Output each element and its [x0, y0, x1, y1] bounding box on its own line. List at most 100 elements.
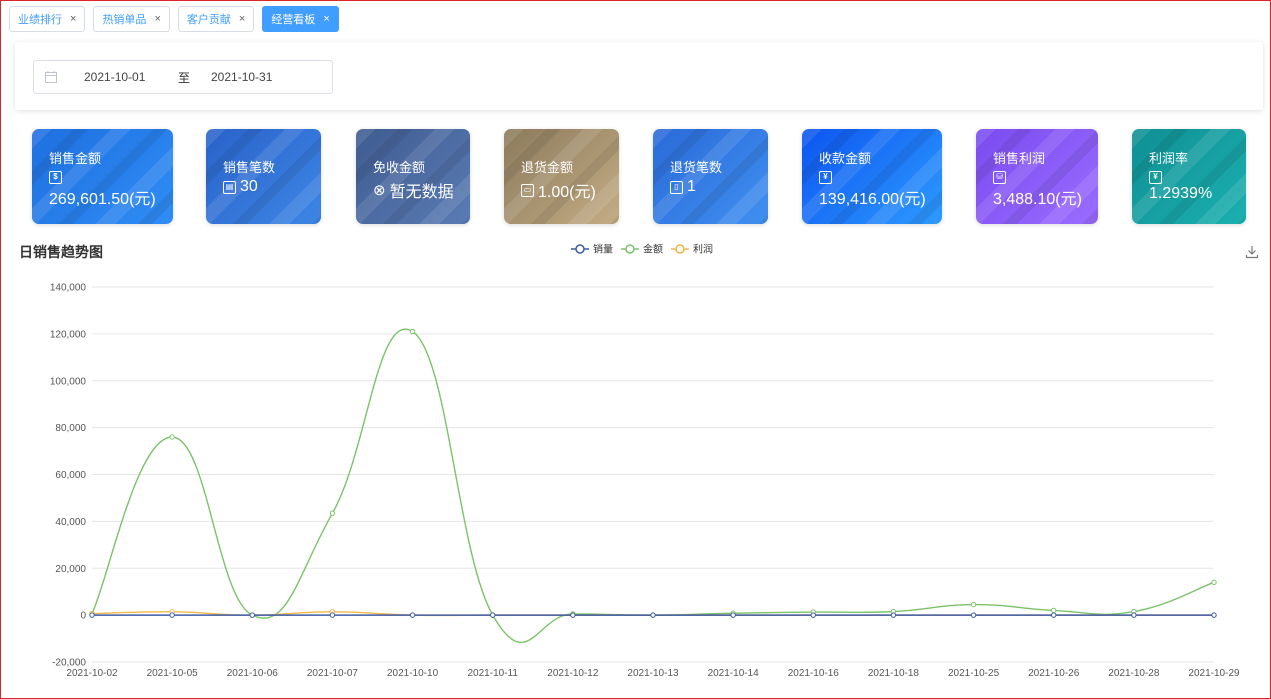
data-point [490, 612, 496, 618]
y-tick-label: 120,000 [50, 329, 87, 340]
cash-icon: ¥ [819, 171, 832, 184]
x-tick-label: 2021-10-05 [147, 668, 199, 679]
dollar-icon: $ [49, 171, 62, 184]
tab-customer-contribution[interactable]: 客户贡献 × [177, 6, 255, 32]
data-point [249, 612, 255, 618]
card-received-amount[interactable]: 收款金额 ¥ 139,416.00(元) [802, 129, 942, 224]
cash-icon: ¥ [1149, 171, 1162, 184]
card-sales-amount[interactable]: 销售金额 $ 269,601.50(元) [32, 129, 173, 224]
tab-business-dashboard[interactable]: 经营看板 × [262, 6, 339, 32]
data-point [409, 328, 416, 335]
card-value-row: ⊗ 暂无数据 [373, 178, 454, 202]
tab-bar: 业绩排行 × 热销单品 × 客户贡献 × 经营看板 × [9, 6, 339, 32]
data-point [1051, 612, 1057, 618]
card-value-row: ¥ [819, 171, 832, 184]
card-value: 269,601.50(元) [49, 191, 156, 208]
start-date-input[interactable]: 2021-10-01 [84, 70, 156, 84]
data-point [1211, 579, 1217, 586]
x-tick-label: 2021-10-13 [627, 668, 679, 679]
card-value-row: ⛁ [993, 171, 1006, 184]
clipboard-icon: ▯ [670, 180, 683, 194]
close-icon[interactable]: × [70, 13, 76, 25]
tab-label: 经营看板 [271, 14, 316, 26]
card-sales-count[interactable]: 销售笔数 ▤ 30 [206, 129, 321, 224]
data-point [890, 612, 897, 618]
y-tick-label: 100,000 [50, 376, 87, 387]
tab-label: 客户贡献 [186, 14, 231, 26]
y-tick-label: 80,000 [55, 423, 86, 434]
card-value-row: 139,416.00(元) [819, 185, 926, 209]
card-value-row: ¥ [1149, 171, 1162, 184]
x-tick-label: 2021-10-28 [1108, 668, 1160, 679]
tab-hot-items[interactable]: 热销单品 × [93, 6, 170, 32]
data-point [169, 612, 175, 618]
x-tick-label: 2021-10-12 [547, 668, 599, 679]
card-profit-margin[interactable]: 利润率 ¥ 1.2939% [1132, 129, 1246, 224]
card-value-row: ▯ 1 [670, 178, 696, 196]
card-label: 免收金额 [373, 160, 426, 175]
card-label: 销售金额 [49, 151, 102, 166]
series-line [91, 328, 1215, 643]
data-point [1051, 607, 1057, 614]
x-tick-label: 2021-10-18 [868, 668, 920, 679]
data-point [409, 612, 416, 618]
x-tick-label: 2021-10-02 [66, 668, 118, 679]
close-icon[interactable]: × [239, 13, 245, 25]
legend-label: 利润 [693, 243, 713, 256]
filter-panel: 2021-10-01 至 2021-10-31 [15, 42, 1263, 110]
tab-label: 热销单品 [102, 14, 147, 26]
legend-label: 销量 [593, 243, 613, 256]
data-point [650, 612, 656, 618]
data-point [570, 612, 576, 618]
card-value: 1.00(元) [538, 184, 596, 201]
y-tick-label: 140,000 [50, 283, 87, 294]
card-value-row: ▤ 30 [223, 178, 258, 196]
data-point [169, 434, 175, 440]
card-background [356, 129, 470, 224]
card-value-row: 269,601.50(元) [49, 185, 156, 209]
data-point [810, 612, 816, 618]
data-point [329, 612, 336, 618]
x-tick-label: 2021-10-07 [307, 668, 359, 679]
card-sales-profit[interactable]: 销售利润 ⛁ 3,488.10(元) [976, 129, 1098, 224]
card-background [504, 129, 619, 224]
card-value: 3,488.10(元) [993, 191, 1082, 208]
card-value-row: 3,488.10(元) [993, 185, 1082, 209]
legend-marker [625, 244, 635, 254]
x-tick-label: 2021-10-06 [227, 668, 279, 679]
tab-label: 业绩排行 [18, 14, 62, 26]
card-waived-amount[interactable]: 免收金额 ⊗ 暂无数据 [356, 129, 470, 224]
card-label: 收款金额 [819, 151, 872, 166]
end-date-input[interactable]: 2021-10-31 [211, 70, 283, 84]
card-background [206, 129, 321, 224]
card-value: 1 [687, 178, 696, 195]
y-tick-label: 60,000 [55, 470, 86, 481]
x-tick-label: 2021-10-29 [1188, 668, 1240, 679]
coins-icon: ⛁ [993, 171, 1006, 184]
y-tick-label: 0 [80, 611, 86, 622]
x-tick-label: 2021-10-25 [948, 668, 1000, 679]
y-tick-label: 40,000 [55, 517, 86, 528]
data-point [970, 601, 977, 608]
card-label: 退货笔数 [670, 160, 723, 175]
card-return-count[interactable]: 退货笔数 ▯ 1 [653, 129, 768, 224]
date-range-picker[interactable]: 2021-10-01 至 2021-10-31 [33, 60, 333, 94]
close-icon[interactable]: × [154, 13, 160, 25]
wallet-icon: ▭ [521, 183, 534, 197]
card-return-amount[interactable]: 退货金额 ▭ 1.00(元) [504, 129, 619, 224]
legend-marker [675, 244, 685, 254]
legend-label: 金额 [643, 243, 663, 256]
y-tick-label: -20,000 [52, 658, 86, 669]
y-tick-label: 20,000 [55, 564, 86, 575]
x-tick-label: 2021-10-16 [788, 668, 840, 679]
close-icon[interactable]: × [323, 13, 329, 25]
date-separator: 至 [177, 70, 190, 85]
card-label: 销售利润 [993, 151, 1046, 166]
card-value: 暂无数据 [389, 184, 454, 201]
calendar-icon [45, 71, 57, 83]
data-point [730, 612, 736, 618]
cancel-circle-icon: ⊗ [373, 182, 386, 199]
tab-performance-ranking[interactable]: 业绩排行 × [9, 6, 86, 32]
data-point [89, 612, 95, 618]
card-background [653, 129, 768, 224]
